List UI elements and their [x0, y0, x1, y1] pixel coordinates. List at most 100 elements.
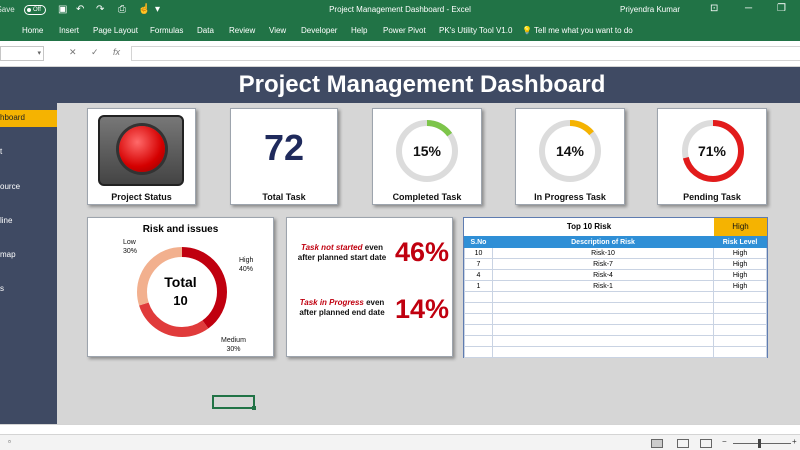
tab-pk-utility[interactable]: PK's Utility Tool V1.0 [439, 26, 512, 35]
tab-home[interactable]: Home [22, 26, 43, 35]
risk-sno[interactable]: 1 [464, 280, 493, 292]
empty-cell[interactable] [464, 346, 493, 358]
table-row[interactable]: 1 Risk-1 High [464, 280, 767, 292]
tab-developer[interactable]: Developer [301, 26, 337, 35]
minimize-icon[interactable]: ─ [745, 3, 752, 14]
risk-level[interactable]: High [713, 269, 767, 281]
tab-page-layout[interactable]: Page Layout [93, 26, 138, 35]
dashboard-sidebar: hboard t ource line map s [0, 103, 57, 424]
not-started-text: Task not started even after planned star… [292, 243, 392, 263]
empty-cell[interactable] [464, 291, 493, 303]
risk-donut-chart [137, 247, 227, 337]
normal-view-icon[interactable] [651, 439, 663, 448]
risk-description[interactable]: Risk-1 [491, 280, 715, 292]
table-row-empty[interactable] [464, 335, 767, 347]
empty-cell[interactable] [713, 302, 767, 314]
risk-level[interactable]: High [713, 280, 767, 292]
table-row[interactable]: 4 Risk-4 High [464, 269, 767, 281]
zoom-in-icon[interactable]: + [792, 437, 797, 446]
tab-insert[interactable]: Insert [59, 26, 79, 35]
risk-description[interactable]: Risk-10 [491, 247, 715, 259]
user-name[interactable]: Priyendra Kumar [620, 5, 680, 14]
empty-cell[interactable] [713, 324, 767, 336]
enter-icon[interactable]: ✓ [91, 47, 99, 58]
total-task-card: 72 Total Task [230, 108, 338, 205]
empty-cell[interactable] [491, 291, 715, 303]
table-row[interactable]: 7 Risk-7 High [464, 258, 767, 270]
table-row[interactable]: 10 Risk-10 High [464, 247, 767, 259]
empty-cell[interactable] [464, 313, 493, 325]
risk-description[interactable]: Risk-7 [491, 258, 715, 270]
zoom-slider[interactable] [733, 443, 791, 444]
empty-cell[interactable] [713, 335, 767, 347]
empty-cell[interactable] [464, 302, 493, 314]
risk-chart-title: Risk and issues [142, 224, 219, 235]
empty-cell[interactable] [491, 302, 715, 314]
empty-cell[interactable] [713, 313, 767, 325]
tab-help[interactable]: Help [351, 26, 367, 35]
function-icon[interactable]: fx [113, 47, 120, 57]
cancel-icon[interactable]: ✕ [69, 47, 77, 58]
sidebar-item-6[interactable]: s [0, 281, 57, 297]
empty-cell[interactable] [491, 346, 715, 358]
empty-cell[interactable] [713, 291, 767, 303]
risk-level[interactable]: High [713, 258, 767, 270]
risk-sno[interactable]: 10 [464, 247, 493, 259]
tab-view[interactable]: View [269, 26, 286, 35]
ribbon-display-icon[interactable]: ⊡ [710, 3, 718, 14]
risk-description[interactable]: Risk-4 [491, 269, 715, 281]
worksheet[interactable]: Project Management Dashboard hboard t ou… [0, 67, 800, 424]
table-row-empty[interactable] [464, 346, 767, 358]
overdue-kpi-card: Task not started even after planned star… [286, 217, 453, 357]
name-box[interactable]: ▾ [0, 46, 44, 61]
table-row-empty[interactable] [464, 291, 767, 303]
project-status-card: Project Status [87, 108, 196, 205]
formula-input[interactable] [131, 46, 800, 61]
status-ready-icon: ▫ [8, 437, 11, 446]
risk-filter-dropdown[interactable]: High [714, 218, 767, 236]
empty-cell[interactable] [491, 324, 715, 336]
horizontal-scrollbar[interactable] [0, 424, 800, 434]
in-progress-text: Task in Progress even after planned end … [292, 298, 392, 318]
empty-cell[interactable] [713, 346, 767, 358]
empty-cell[interactable] [464, 324, 493, 336]
risk-sno[interactable]: 4 [464, 269, 493, 281]
tell-me-search[interactable]: Tell me what you want to do [534, 26, 633, 35]
risk-level[interactable]: High [713, 247, 767, 259]
ribbon-tabs: Home Insert Page Layout Formulas Data Re… [0, 20, 800, 41]
zoom-slider-thumb[interactable] [758, 439, 761, 448]
risk-issues-card: Risk and issues Total 10 Low 30% High 40% … [87, 217, 274, 357]
table-row-empty[interactable] [464, 324, 767, 336]
completed-task-card: 15% Completed Task [372, 108, 482, 205]
page-break-view-icon[interactable] [700, 439, 712, 448]
tab-review[interactable]: Review [229, 26, 255, 35]
table-row-empty[interactable] [464, 313, 767, 325]
table-row-empty[interactable] [464, 302, 767, 314]
chevron-down-icon[interactable]: ▾ [37, 49, 41, 57]
sidebar-item-roadmap[interactable]: map [0, 247, 57, 263]
risk-high-pct: 40% [239, 266, 254, 273]
tab-formulas[interactable]: Formulas [150, 26, 183, 35]
zoom-out-icon[interactable]: − [722, 437, 727, 446]
empty-cell[interactable] [491, 313, 715, 325]
not-started-highlight: Task not started [301, 243, 363, 252]
sidebar-item-dashboard[interactable]: hboard [0, 110, 57, 127]
sidebar-item-timeline[interactable]: line [0, 213, 57, 229]
pending-task-card: 71% Pending Task [657, 108, 767, 205]
risk-sno[interactable]: 7 [464, 258, 493, 270]
selected-cell[interactable] [212, 395, 256, 410]
tab-power-pivot[interactable]: Power Pivot [383, 26, 426, 35]
sidebar-item-2[interactable]: t [0, 144, 57, 160]
risk-low-pct: 30% [123, 248, 138, 255]
risk-total-value: 10 [173, 293, 188, 308]
risk-medium-name: Medium [221, 337, 246, 344]
page-layout-view-icon[interactable] [677, 439, 689, 448]
in-progress-kpi-value: 14% [395, 294, 450, 324]
tab-data[interactable]: Data [197, 26, 214, 35]
risk-high-label: High 40% [239, 256, 253, 274]
empty-cell[interactable] [464, 335, 493, 347]
restore-icon[interactable]: ❐ [777, 3, 786, 14]
sidebar-item-resource[interactable]: ource [0, 179, 57, 195]
total-task-label: Total Task [262, 192, 306, 202]
empty-cell[interactable] [491, 335, 715, 347]
